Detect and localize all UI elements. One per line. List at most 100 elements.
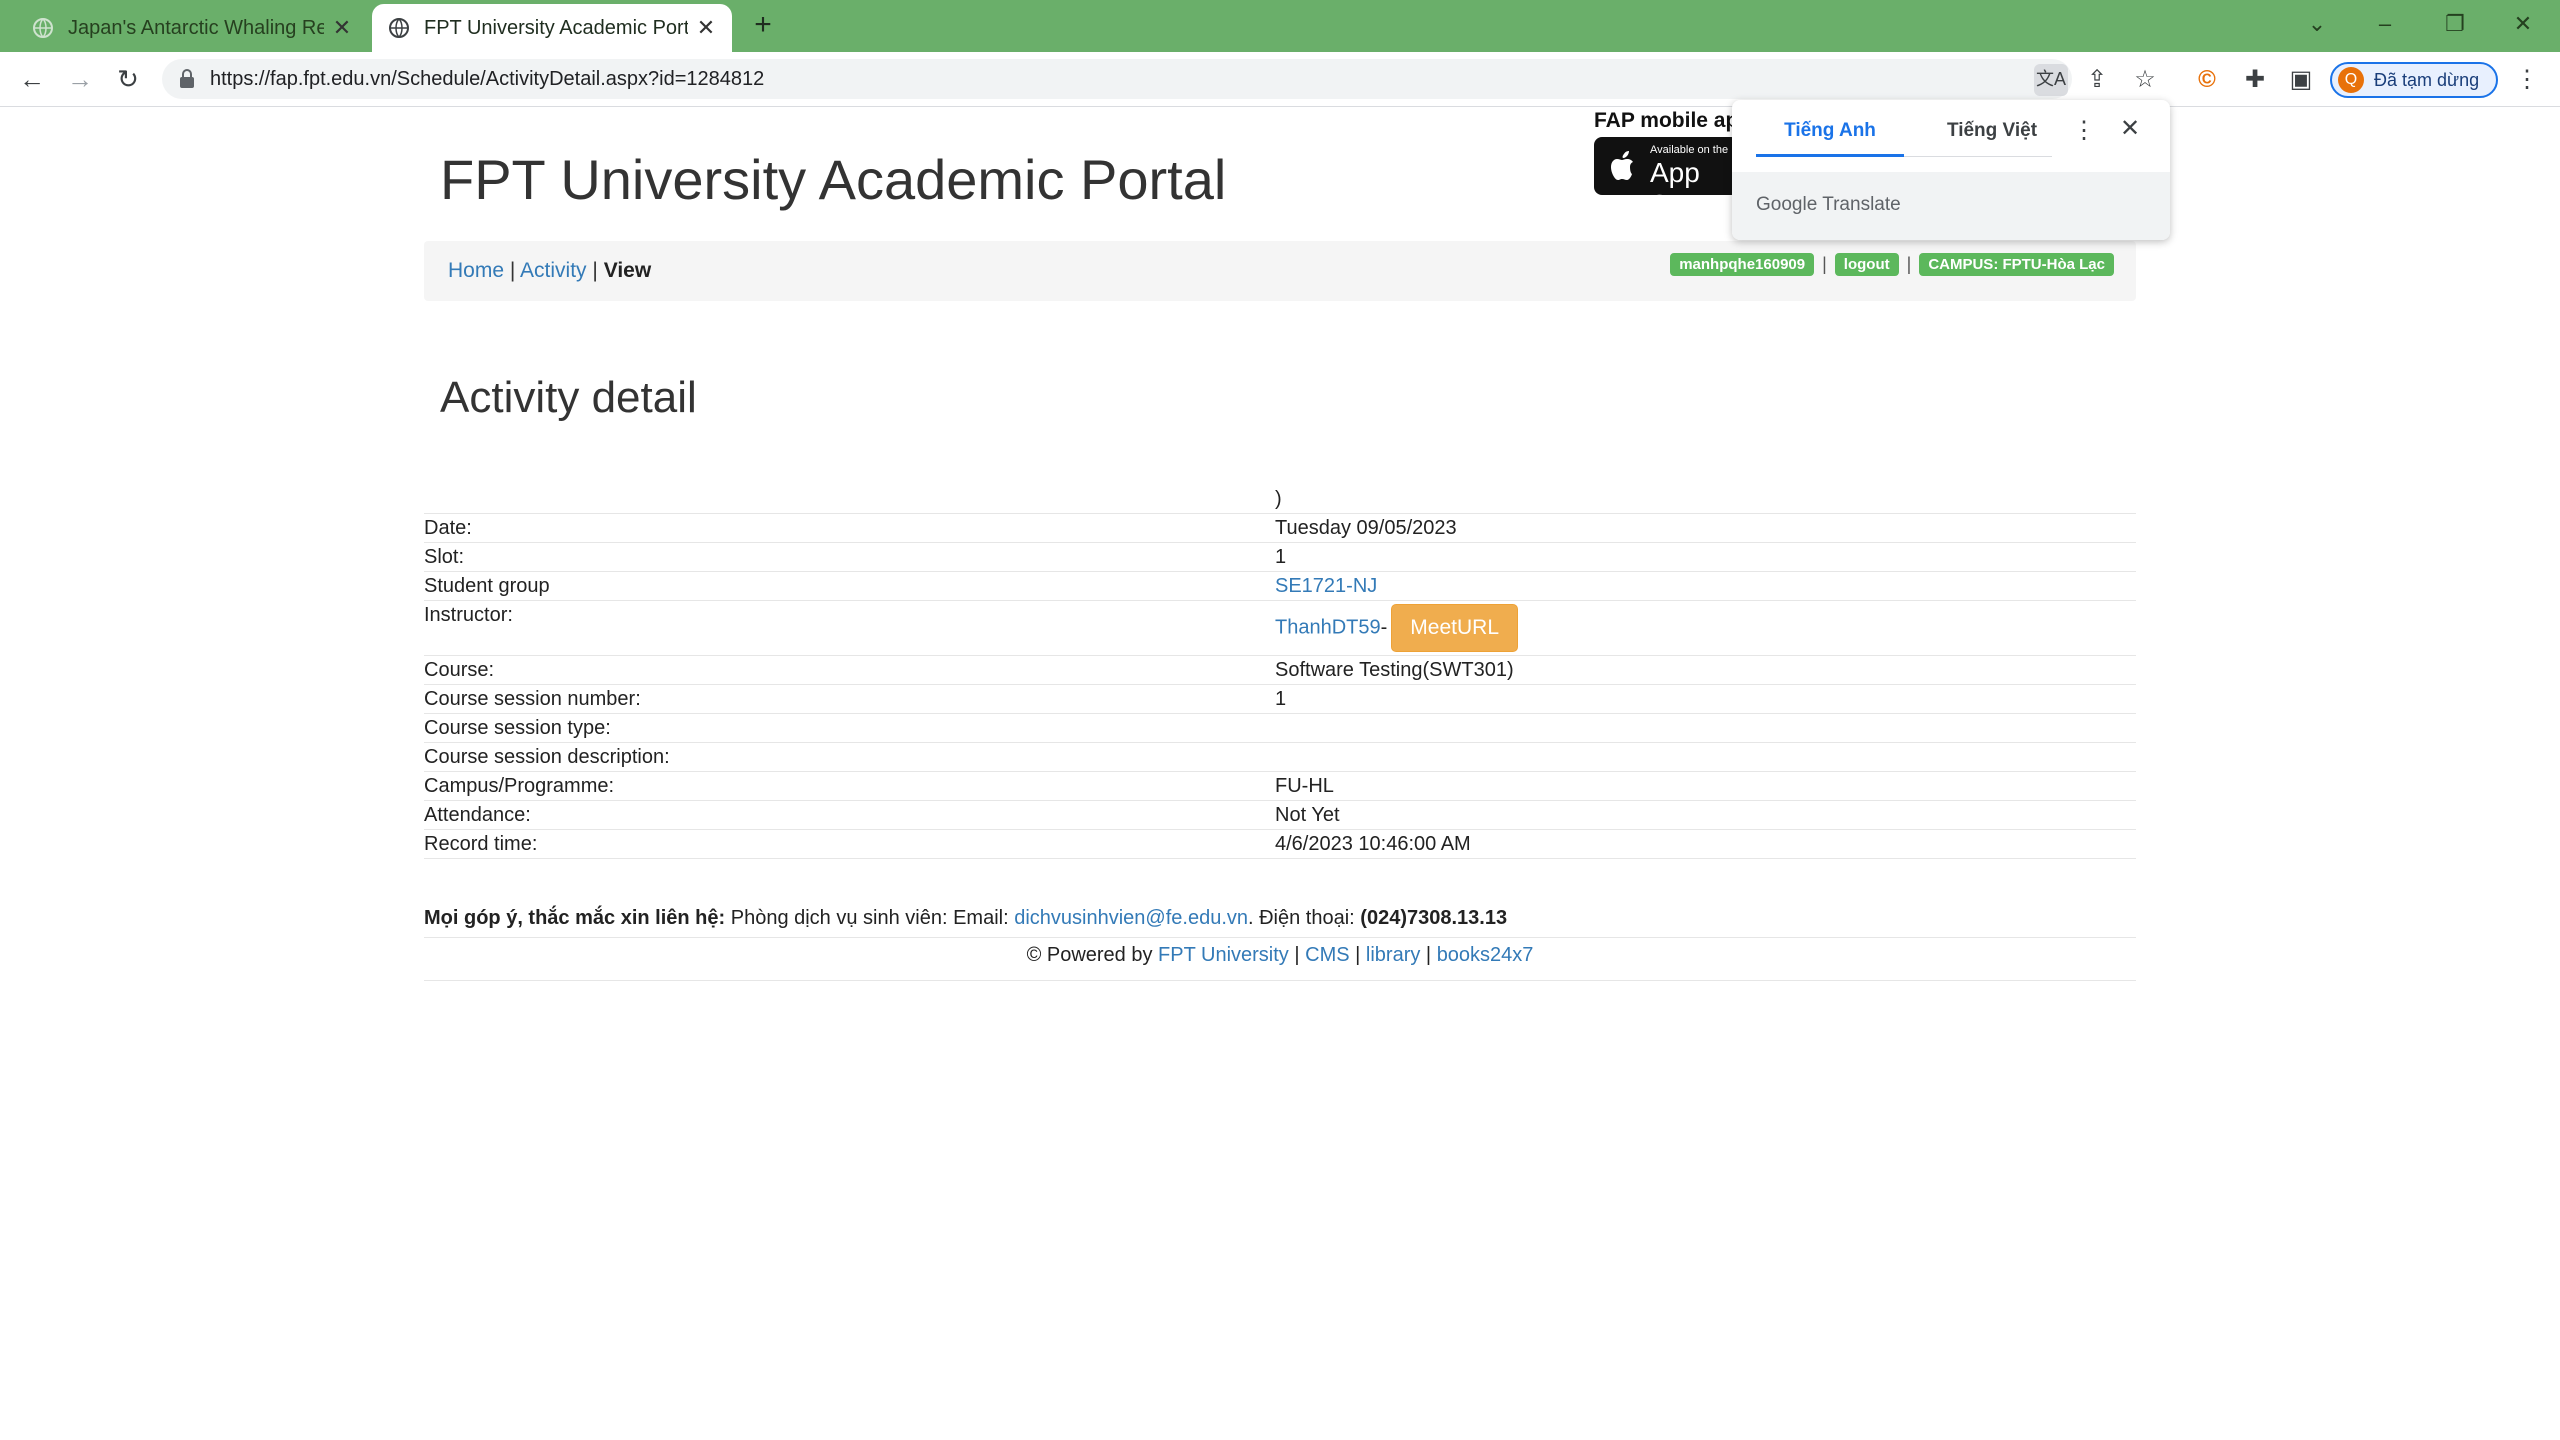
campus-value: FU-HL bbox=[1275, 771, 2136, 801]
page-title: Activity detail bbox=[440, 373, 697, 422]
session-description-value bbox=[1275, 742, 2136, 772]
close-window-icon[interactable]: ✕ bbox=[2500, 6, 2546, 42]
breadcrumb-current: View bbox=[603, 259, 652, 282]
share-icon[interactable]: ⇪ bbox=[2082, 65, 2112, 95]
appstore-big-text: App Store bbox=[1650, 157, 1717, 195]
table-row: Course session type: bbox=[424, 713, 2136, 743]
contact-bold-label: Mọi góp ý, thắc mắc xin liên hệ: bbox=[424, 907, 726, 929]
profile-button[interactable]: Q Đã tạm dừng bbox=[2330, 62, 2498, 98]
restore-icon[interactable]: ❐ bbox=[2432, 6, 2478, 42]
new-tab-icon[interactable]: + bbox=[748, 10, 778, 40]
phone-number: (024)7308.13.13 bbox=[1360, 907, 1508, 929]
record-time-label: Record time: bbox=[424, 829, 1275, 859]
session-description-label: Course session description: bbox=[424, 742, 1275, 772]
activity-detail-table: ) Date: Tuesday 09/05/2023 Slot: 1 Stude… bbox=[424, 485, 2136, 859]
browser-tab-fap[interactable]: FPT University Academic Portal ✕ bbox=[372, 4, 732, 52]
translate-tab-vietnamese[interactable]: Tiếng Việt bbox=[1932, 120, 2052, 142]
fpt-university-link[interactable]: FPT University bbox=[1158, 944, 1289, 966]
side-panel-icon[interactable]: ▣ bbox=[2286, 65, 2316, 95]
table-row: Course: Software Testing(SWT301) bbox=[424, 655, 2136, 685]
breadcrumb-separator: | bbox=[509, 259, 516, 282]
appstore-small-text: Available on the bbox=[1650, 144, 1729, 156]
tab-search-icon[interactable]: ⌄ bbox=[2294, 6, 2340, 42]
tab-title: FPT University Academic Portal bbox=[424, 16, 688, 39]
logout-badge[interactable]: logout bbox=[1834, 253, 1899, 276]
session-type-label: Course session type: bbox=[424, 713, 1275, 743]
support-email-link[interactable]: dichvusinhvien@fe.edu.vn bbox=[1014, 907, 1248, 929]
course-value: Software Testing(SWT301) bbox=[1275, 655, 2136, 685]
username-badge[interactable]: manhpqhe160909 bbox=[1670, 253, 1815, 276]
course-label: Course: bbox=[424, 655, 1275, 685]
table-row: Attendance: Not Yet bbox=[424, 800, 2136, 830]
footer-divider bbox=[424, 980, 2136, 981]
extension-c-icon[interactable]: © bbox=[2192, 65, 2222, 95]
translate-options-icon[interactable]: ⋮ bbox=[2072, 116, 2096, 145]
translate-tab-english[interactable]: Tiếng Anh bbox=[1756, 120, 1904, 142]
breadcrumb-activity-link[interactable]: Activity bbox=[520, 259, 587, 282]
google-translate-popup: Tiếng Anh Tiếng Việt ⋮ ✕ Google Translat… bbox=[1732, 100, 2170, 240]
cms-link[interactable]: CMS bbox=[1305, 944, 1349, 966]
powered-by: © Powered by FPT University | CMS | libr… bbox=[424, 937, 2136, 967]
instructor-link[interactable]: ThanhDT59 bbox=[1275, 616, 1381, 638]
session-type-value bbox=[1275, 713, 2136, 743]
apple-icon bbox=[1611, 151, 1633, 180]
forward-icon[interactable]: → bbox=[60, 62, 100, 96]
footer-separator: | bbox=[1294, 944, 1300, 966]
globe-icon bbox=[389, 18, 409, 38]
extensions-puzzle-icon[interactable]: ✚ bbox=[2240, 65, 2270, 95]
close-tab-icon[interactable]: ✕ bbox=[696, 15, 716, 41]
instructor-label: Instructor: bbox=[424, 600, 1275, 656]
slot-label: Slot: bbox=[424, 542, 1275, 572]
close-icon[interactable]: ✕ bbox=[2120, 114, 2140, 143]
table-row: Course session description: bbox=[424, 742, 2136, 772]
breadcrumb-home-link[interactable]: Home bbox=[448, 259, 504, 282]
top-value: ) bbox=[1275, 488, 1282, 510]
student-group-link[interactable]: SE1721-NJ bbox=[1275, 575, 1377, 597]
table-row: Instructor: ThanhDT59- MeetURL bbox=[424, 600, 2136, 656]
date-label: Date: bbox=[424, 513, 1275, 543]
back-icon[interactable]: ← bbox=[12, 62, 52, 96]
record-time-value: 4/6/2023 10:46:00 AM bbox=[1275, 829, 2136, 859]
profile-status-label: Đã tạm dừng bbox=[2374, 69, 2480, 90]
table-row: ) bbox=[424, 485, 2136, 514]
breadcrumb-bar: Home | Activity | View manhpqhe160909 | … bbox=[424, 241, 2136, 301]
translate-icon[interactable]: 文A bbox=[2034, 64, 2068, 96]
table-row: Student group SE1721-NJ bbox=[424, 571, 2136, 601]
session-number-label: Course session number: bbox=[424, 684, 1275, 714]
browser-tab-whaling[interactable]: Japan's Antarctic Whaling Resear ✕ bbox=[16, 4, 368, 52]
google-translate-brand: Google Translate bbox=[1756, 194, 1901, 215]
mobile-app-label: FAP mobile app bbox=[1594, 109, 1752, 132]
slot-value: 1 bbox=[1275, 542, 2136, 572]
table-row: Date: Tuesday 09/05/2023 bbox=[424, 513, 2136, 543]
attendance-label: Attendance: bbox=[424, 800, 1275, 830]
browser-tab-bar: Japan's Antarctic Whaling Resear ✕ FPT U… bbox=[0, 0, 2560, 52]
phone-text: . Điện thoại: bbox=[1248, 907, 1361, 929]
browser-toolbar: ← → ↻ https://fap.fpt.edu.vn/Schedule/Ac… bbox=[0, 52, 2560, 107]
lock-icon bbox=[180, 69, 194, 88]
page-content: FPT University Academic Portal FAP mobil… bbox=[0, 107, 2560, 1440]
minimize-icon[interactable]: – bbox=[2362, 6, 2408, 42]
reload-icon[interactable]: ↻ bbox=[108, 62, 148, 96]
more-menu-icon[interactable]: ⋮ bbox=[2512, 65, 2542, 95]
meet-url-button[interactable]: MeetURL bbox=[1391, 604, 1518, 652]
date-value: Tuesday 09/05/2023 bbox=[1275, 513, 2136, 543]
student-group-label: Student group bbox=[424, 571, 1275, 601]
books24x7-link[interactable]: books24x7 bbox=[1437, 944, 1534, 966]
footer-separator: | bbox=[1355, 944, 1361, 966]
breadcrumb-separator: | bbox=[592, 259, 598, 282]
powered-text: © Powered by bbox=[1026, 944, 1159, 966]
close-tab-icon[interactable]: ✕ bbox=[332, 15, 352, 41]
badge-separator: | bbox=[1822, 254, 1827, 274]
site-title: FPT University Academic Portal bbox=[440, 148, 1227, 211]
app-store-badge[interactable]: Available on the App Store bbox=[1594, 137, 1739, 195]
table-row: Course session number: 1 bbox=[424, 684, 2136, 714]
globe-icon bbox=[33, 18, 53, 38]
address-bar[interactable]: https://fap.fpt.edu.vn/Schedule/Activity… bbox=[162, 59, 2072, 99]
table-row: Record time: 4/6/2023 10:46:00 AM bbox=[424, 829, 2136, 859]
badge-separator: | bbox=[1906, 254, 1912, 274]
library-link[interactable]: library bbox=[1366, 944, 1420, 966]
session-number-value: 1 bbox=[1275, 684, 2136, 714]
url-text: https://fap.fpt.edu.vn/Schedule/Activity… bbox=[210, 67, 765, 90]
campus-badge: CAMPUS: FPTU-Hòa Lạc bbox=[1919, 253, 2114, 276]
bookmark-star-icon[interactable]: ☆ bbox=[2130, 65, 2160, 95]
